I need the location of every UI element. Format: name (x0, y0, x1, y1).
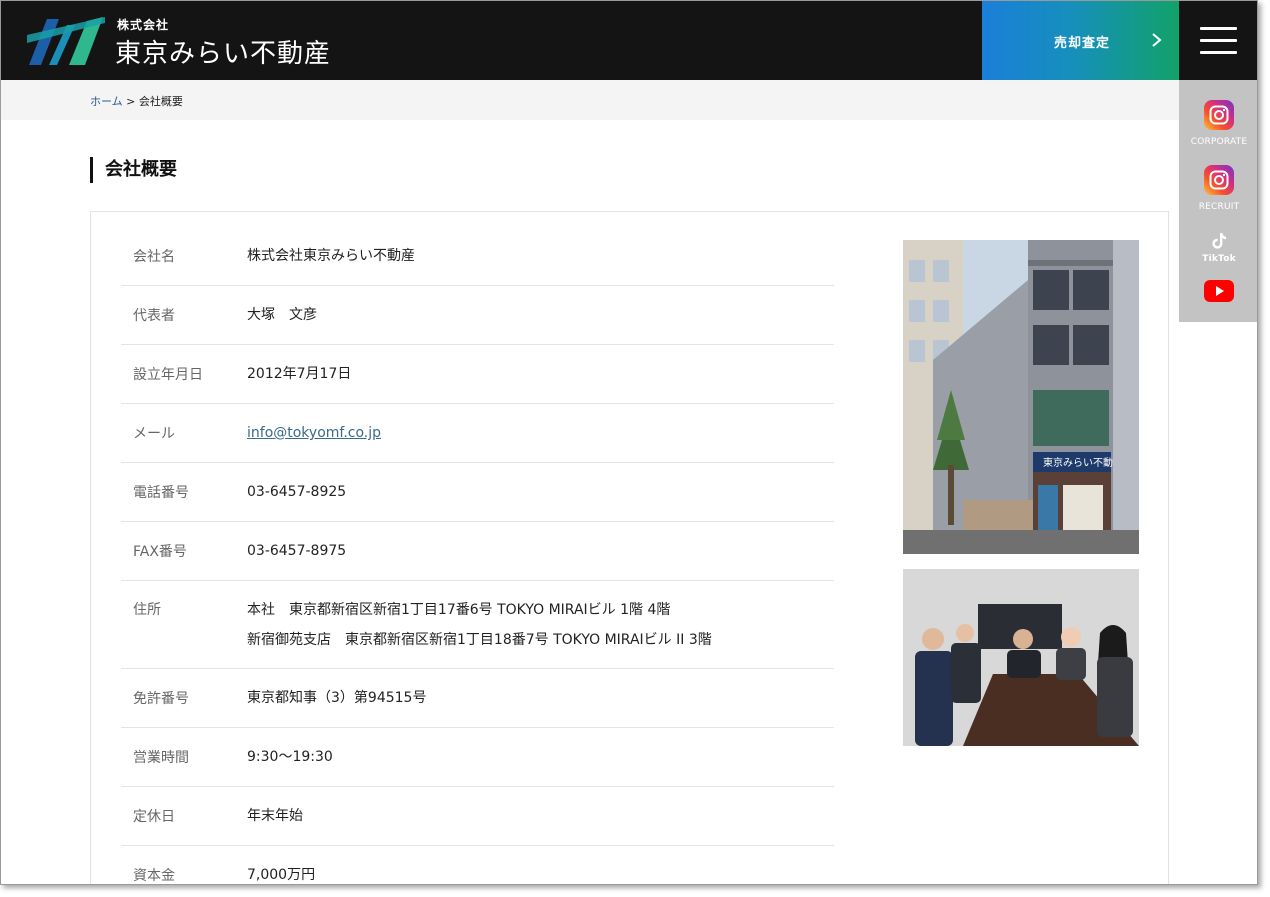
table-row: 会社名 株式会社東京みらい不動産 (121, 227, 834, 286)
row-label: 会社名 (133, 249, 175, 265)
table-row: 定休日 年末年始 (121, 787, 834, 846)
site-header: 株式会社 東京みらい不動産 売却査定 (1, 1, 1257, 80)
row-label: 電話番号 (133, 485, 189, 501)
email-link[interactable]: info@tokyomf.co.jp (247, 425, 381, 441)
row-label: 定休日 (133, 809, 175, 825)
youtube-icon (1204, 280, 1234, 302)
table-row: 免許番号 東京都知事（3）第94515号 (121, 669, 834, 728)
chevron-right-icon (1152, 33, 1162, 47)
table-row: 資本金 7,000万円 (121, 846, 834, 884)
menu-bar-bottom (1200, 51, 1237, 54)
address-line-main: 本社 東京都新宿区新宿1丁目17番6号 TOKYO MIRAIビル 1階 4階 (247, 602, 671, 618)
tiktok-label: TikTok (1202, 254, 1236, 264)
table-row: 営業時間 9:30〜19:30 (121, 728, 834, 787)
corporate-label: CORPORATE (1190, 137, 1248, 147)
address-value: 本社 東京都新宿区新宿1丁目17番6号 TOKYO MIRAIビル 1階 4階 … (247, 595, 834, 655)
phone-value: 03-6457-8925 (247, 484, 347, 500)
company-info-card: 会社名 株式会社東京みらい不動産 代表者 大塚 文彦 設立年月日 2012年7月… (90, 211, 1169, 884)
breadcrumb-bar: ホーム > 会社概要 (1, 80, 1179, 120)
row-value: 大塚 文彦 (247, 307, 317, 323)
row-label: 資本金 (133, 868, 175, 884)
table-row: FAX番号 03-6457-8975 (121, 522, 834, 581)
table-row: 設立年月日 2012年7月17日 (121, 345, 834, 404)
address-line-branch: 新宿御苑支店 東京都新宿区新宿1丁目18番7号 TOKYO MIRAIビル II… (247, 632, 712, 648)
menu-bar-top (1200, 27, 1237, 30)
row-value: 7,000万円 (247, 867, 316, 883)
office-building-photo: 東京みらい不動産 (903, 240, 1139, 554)
instagram-icon (1204, 165, 1234, 195)
page-frame: 株式会社 東京みらい不動産 売却査定 CORPORATE RECRUIT Tik… (0, 0, 1258, 885)
recruit-label: RECRUIT (1198, 202, 1240, 212)
staff-group-photo (903, 569, 1139, 746)
brand-name[interactable]: 東京みらい不動産 (115, 33, 331, 70)
menu-bar-middle (1200, 39, 1237, 42)
table-row: 代表者 大塚 文彦 (121, 286, 834, 345)
social-sidebar: CORPORATE RECRUIT TikTok (1179, 80, 1257, 322)
youtube-link[interactable] (1179, 280, 1257, 306)
instagram-icon (1204, 100, 1234, 130)
company-logo-icon[interactable] (27, 15, 107, 67)
row-value: 東京都知事（3）第94515号 (247, 690, 427, 706)
row-label: メール (133, 426, 175, 442)
building-sign-text: 東京みらい不動産 (1043, 456, 1123, 469)
hamburger-menu-button[interactable] (1179, 1, 1257, 80)
row-label: 設立年月日 (133, 367, 203, 383)
row-label: FAX番号 (133, 544, 187, 560)
row-label: 営業時間 (133, 750, 189, 766)
row-label: 免許番号 (133, 691, 189, 707)
row-value: 2012年7月17日 (247, 366, 352, 382)
company-info-table: 会社名 株式会社東京みらい不動産 代表者 大塚 文彦 設立年月日 2012年7月… (121, 227, 834, 884)
breadcrumb-current: 会社概要 (138, 95, 183, 108)
sale-assessment-label: 売却査定 (1054, 36, 1111, 51)
table-row: 電話番号 03-6457-8925 (121, 463, 834, 522)
row-value: 株式会社東京みらい不動産 (247, 248, 415, 264)
row-value: info@tokyomf.co.jp (247, 418, 834, 448)
breadcrumb: ホーム > 会社概要 (90, 93, 183, 109)
instagram-corporate-link[interactable]: CORPORATE (1179, 100, 1257, 147)
breadcrumb-home-link[interactable]: ホーム (90, 95, 123, 108)
page-title: 会社概要 (90, 157, 177, 183)
sale-assessment-button[interactable]: 売却査定 (982, 1, 1179, 80)
row-value: 年末年始 (247, 808, 303, 824)
table-row: 住所 本社 東京都新宿区新宿1丁目17番6号 TOKYO MIRAIビル 1階 … (121, 581, 834, 669)
breadcrumb-separator: > (122, 95, 139, 108)
row-label: 代表者 (133, 308, 175, 324)
row-value: 9:30〜19:30 (247, 749, 333, 765)
fax-value: 03-6457-8975 (247, 543, 347, 559)
table-row: メール info@tokyomf.co.jp (121, 404, 834, 463)
instagram-recruit-link[interactable]: RECRUIT (1179, 165, 1257, 212)
tiktok-link[interactable]: TikTok (1179, 232, 1257, 264)
brand-subtitle: 株式会社 (117, 18, 170, 32)
row-label: 住所 (133, 602, 161, 618)
tiktok-icon (1212, 233, 1226, 249)
